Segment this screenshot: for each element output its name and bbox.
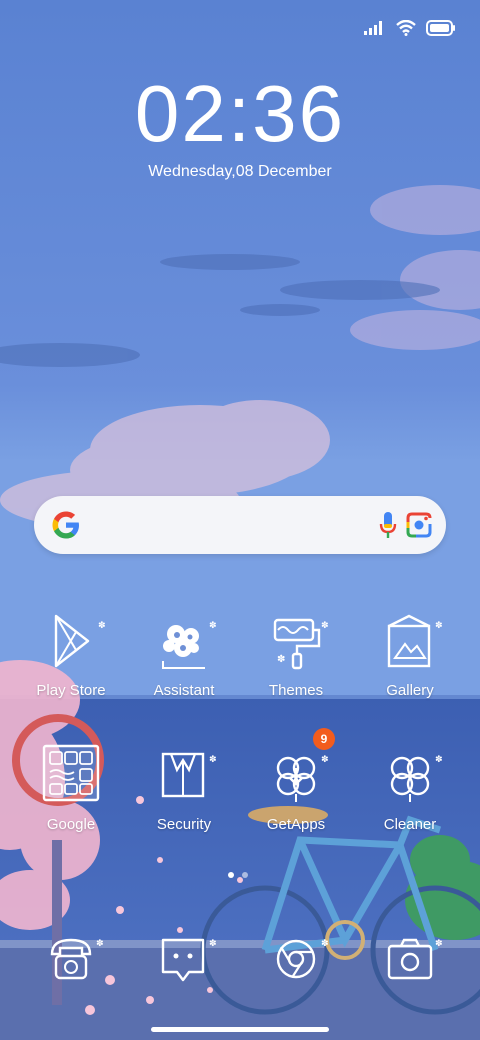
security-icon: ✽ [161,752,217,798]
app-label: Cleaner [383,816,437,833]
page-indicator [228,872,248,878]
status-bar [364,18,456,38]
app-google-folder[interactable]: Google [16,740,126,833]
app-label: GetApps [266,816,326,833]
themes-icon: ✽ ✽ [273,618,329,670]
dock-messages[interactable]: ✽ [129,924,239,994]
gallery-icon: ✽ [387,614,443,668]
app-label: Gallery [386,682,434,699]
getapps-icon: ✽ [276,755,329,802]
cleaner-icon: ✽ [390,755,443,802]
svg-text:✽: ✽ [435,939,443,949]
svg-text:✽: ✽ [96,939,104,949]
svg-text:✽: ✽ [435,755,443,765]
svg-text:✽: ✽ [435,621,443,631]
google-folder-icon [42,744,100,802]
dock-camera[interactable]: ✽ [355,924,465,994]
app-label: Play Store [36,682,106,699]
svg-text:✽: ✽ [321,621,329,631]
battery-icon [426,20,455,36]
wifi-icon [396,20,416,36]
google-lens-icon[interactable] [404,510,434,540]
app-cleaner[interactable]: ✽ Cleaner [355,740,465,833]
page-dot-active [228,872,234,878]
camera-icon: ✽ [387,938,443,980]
svg-text:✽: ✽ [209,939,217,949]
mic-icon[interactable] [378,510,398,540]
svg-text:✽: ✽ [209,621,217,631]
messages-icon: ✽ [161,938,217,982]
app-security[interactable]: ✽ Security [129,740,239,833]
svg-text:✽: ✽ [277,654,285,665]
app-themes[interactable]: ✽ ✽ Themes [241,606,351,699]
svg-text:✽: ✽ [98,621,106,631]
play-store-icon: ✽ [54,614,106,668]
svg-text:✽: ✽ [321,939,329,949]
dock-chrome[interactable]: ✽ [241,924,351,994]
signal-icon [364,21,382,35]
assistant-icon: ✽ [162,621,217,669]
app-getapps[interactable]: ✽ 9 GetApps [241,728,351,833]
svg-text:✽: ✽ [321,755,329,765]
app-label: Themes [268,682,324,699]
chrome-icon: ✽ [276,939,329,979]
notification-badge: 9 [313,728,335,750]
google-search-bar[interactable] [34,496,446,554]
app-label: Security [156,816,212,833]
app-assistant[interactable]: ✽ Assistant [129,606,239,699]
google-g-icon [52,511,79,539]
clock-date[interactable]: Wednesday,08 December [0,163,480,181]
svg-text:✽: ✽ [209,755,217,765]
clock-time[interactable]: 02:36 [0,72,480,156]
phone-icon: ✽ [50,938,104,980]
app-play-store[interactable]: ✽ Play Store [16,606,126,699]
page-dot [242,872,248,878]
app-gallery[interactable]: ✽ Gallery [355,606,465,699]
dock-phone[interactable]: ✽ [16,924,126,994]
app-label: Google [46,816,96,833]
app-label: Assistant [153,682,215,699]
home-indicator[interactable] [151,1027,329,1032]
